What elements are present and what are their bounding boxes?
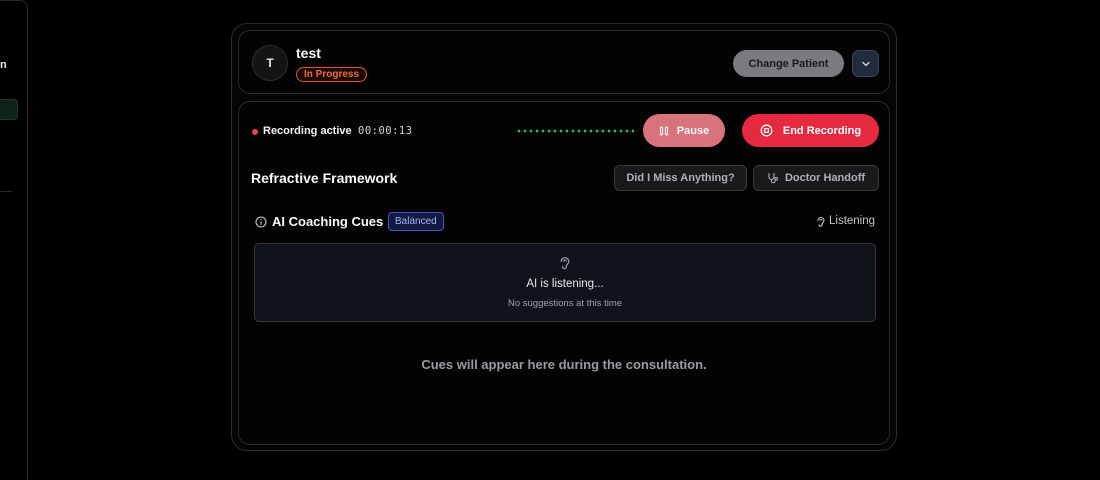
doctor-handoff-button[interactable]: Doctor Handoff — [753, 165, 879, 191]
sidebar-active-item[interactable] — [0, 99, 18, 120]
ear-icon — [817, 217, 825, 227]
info-icon — [255, 216, 267, 228]
cue-box-subtitle: No suggestions at this time — [507, 298, 623, 309]
end-recording-button[interactable]: End Recording — [742, 114, 879, 147]
ear-icon — [560, 257, 570, 270]
cues-empty-message: Cues will appear here during the consult… — [421, 357, 707, 372]
did-i-miss-anything-button[interactable]: Did I Miss Anything? — [614, 165, 747, 191]
chevron-down-icon — [861, 61, 870, 66]
sidebar: n — [0, 0, 28, 480]
patient-menu-button[interactable] — [852, 50, 879, 77]
stop-circle-icon — [760, 124, 773, 137]
patient-name: test — [296, 45, 321, 61]
pause-button[interactable]: Pause — [643, 114, 725, 147]
pause-label: Pause — [676, 124, 710, 137]
coaching-cues-title: AI Coaching Cues — [272, 214, 384, 229]
framework-title: Refractive Framework — [251, 170, 398, 186]
avatar: T — [252, 45, 288, 81]
mode-badge: Balanced — [388, 212, 444, 231]
pause-icon — [659, 125, 668, 136]
status-badge: In Progress — [296, 67, 368, 82]
consultation-panel: T test In Progress Change Patient Record… — [231, 23, 897, 451]
listening-status: Listening — [829, 215, 876, 227]
cue-box-title: AI is listening... — [526, 278, 604, 290]
sidebar-label-fragment: n — [0, 59, 7, 71]
stethoscope-icon — [768, 172, 779, 184]
audio-level-meter — [516, 129, 634, 133]
recording-indicator-dot — [252, 129, 258, 135]
cue-placeholder-box: AI is listening... No suggestions at thi… — [254, 243, 876, 322]
session-panel: Recording active 00:00:13 Pause End Reco… — [238, 101, 890, 445]
end-recording-label: End Recording — [782, 124, 862, 137]
sidebar-divider — [0, 191, 12, 192]
patient-header: T test In Progress Change Patient — [238, 30, 890, 94]
recording-timer: 00:00:13 — [358, 125, 413, 137]
change-patient-button[interactable]: Change Patient — [733, 50, 844, 77]
doctor-handoff-label: Doctor Handoff — [784, 172, 866, 184]
recording-status: Recording active — [263, 125, 352, 137]
did-i-miss-anything-label: Did I Miss Anything? — [626, 172, 735, 184]
